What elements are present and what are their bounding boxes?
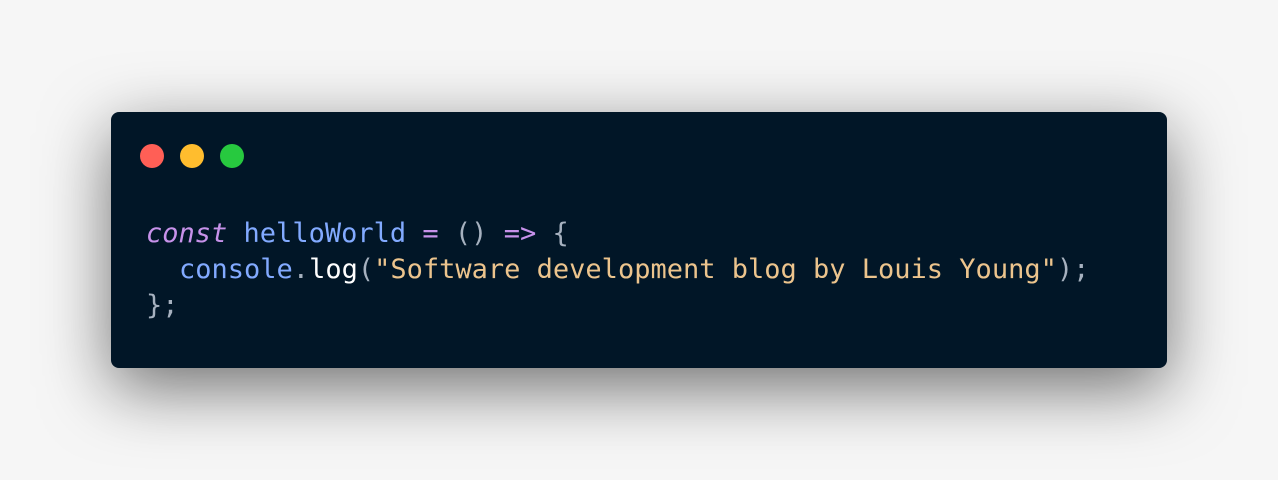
arrow-operator: => — [503, 218, 537, 249]
window-controls — [140, 144, 244, 168]
identifier-helloWorld: helloWorld — [243, 218, 407, 249]
params-parens: () — [454, 218, 488, 249]
paren-open: ( — [357, 254, 375, 285]
dot-operator: . — [292, 254, 310, 285]
paren-close-semicolon: ); — [1056, 254, 1090, 285]
keyword-const: const — [146, 218, 228, 249]
code-line-3: }; — [146, 288, 1089, 324]
string-literal: "Software development blog by Louis Youn… — [374, 254, 1057, 285]
code-block: const helloWorld = () => {console.log("S… — [146, 216, 1089, 324]
brace-close-semicolon: }; — [146, 290, 179, 321]
code-line-1: const helloWorld = () => { — [146, 216, 1089, 252]
maximize-button[interactable] — [220, 144, 244, 168]
assign-operator: = — [422, 218, 439, 249]
object-console: console — [179, 254, 293, 285]
brace-open: { — [552, 218, 569, 249]
close-button[interactable] — [140, 144, 164, 168]
minimize-button[interactable] — [180, 144, 204, 168]
code-window: const helloWorld = () => {console.log("S… — [111, 112, 1167, 368]
code-line-2: console.log("Software development blog b… — [146, 252, 1089, 288]
page-background: const helloWorld = () => {console.log("S… — [0, 0, 1278, 480]
method-log: log — [309, 254, 358, 285]
